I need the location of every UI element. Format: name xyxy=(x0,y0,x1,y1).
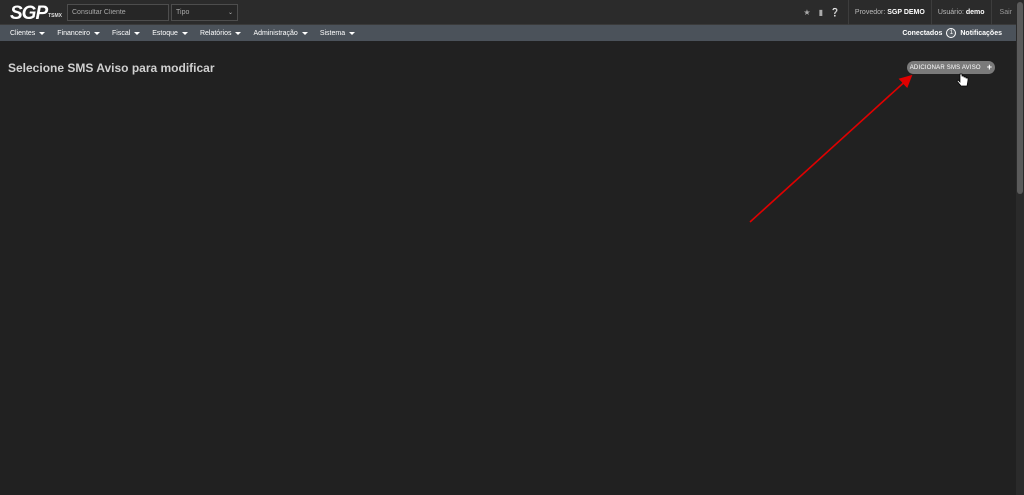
menu-label: Fiscal xyxy=(111,29,131,37)
menu-administracao[interactable]: Administração xyxy=(253,29,308,37)
notifications-link[interactable]: Notificações xyxy=(960,30,1002,37)
user-value: demo xyxy=(965,9,985,16)
divider xyxy=(990,0,992,25)
connected-count-badge: 1 xyxy=(946,28,957,38)
provider-label: Provedor: xyxy=(854,9,886,16)
chevron-down-icon: ⌄ xyxy=(227,10,233,16)
top-bar: SGP TSMX Tipo ⌄ ★ ▮ ❔ Provedor: SGP DEMO… xyxy=(0,0,1024,25)
arrow-line xyxy=(749,74,913,223)
main-menu-bar: Clientes Financeiro Fiscal Estoque Relat… xyxy=(0,25,1024,41)
logo-subtext: TSMX xyxy=(48,13,63,19)
menu-fiscal[interactable]: Fiscal xyxy=(111,29,141,37)
sgp-logo[interactable]: SGP TSMX xyxy=(10,2,62,23)
search-client-input[interactable] xyxy=(67,4,169,21)
caret-down-icon xyxy=(181,31,188,35)
help-icon[interactable]: ❔ xyxy=(828,8,842,17)
divider xyxy=(847,0,849,25)
top-right-area: ★ ▮ ❔ Provedor: SGP DEMO Usuário: demo S… xyxy=(800,0,1024,25)
menu-label: Financeiro xyxy=(57,29,90,37)
scrollbar-thumb[interactable] xyxy=(1017,2,1023,194)
menu-sistema[interactable]: Sistema xyxy=(319,29,356,37)
menu-label: Estoque xyxy=(152,29,178,37)
user-label: Usuário: xyxy=(937,9,964,16)
add-button-label: ADICIONAR SMS AVISO xyxy=(909,64,981,71)
divider xyxy=(930,0,932,25)
page-title: Selecione SMS Aviso para modificar xyxy=(8,61,215,75)
connected-label[interactable]: Conectados xyxy=(902,30,942,37)
caret-down-icon xyxy=(39,31,46,35)
page-scrollbar[interactable] xyxy=(1016,0,1024,495)
type-select-value: Tipo xyxy=(176,9,190,16)
menu-relatorios[interactable]: Relatórios xyxy=(200,30,242,37)
document-icon[interactable]: ▮ xyxy=(814,8,828,17)
caret-down-icon xyxy=(235,31,242,35)
menu-label: Clientes xyxy=(10,29,36,37)
caret-down-icon xyxy=(301,31,308,35)
nav-right-area: Conectados 1 Notificações xyxy=(902,25,1002,41)
type-select[interactable]: Tipo ⌄ xyxy=(171,4,238,21)
add-sms-aviso-button[interactable]: ADICIONAR SMS AVISO + xyxy=(907,61,995,74)
hand-cursor-icon xyxy=(956,73,969,87)
menu-clientes[interactable]: Clientes xyxy=(10,29,46,37)
menu-label: Sistema xyxy=(319,29,346,37)
star-icon[interactable]: ★ xyxy=(800,8,814,17)
caret-down-icon xyxy=(349,31,356,35)
menu-financeiro[interactable]: Financeiro xyxy=(57,30,100,37)
menu-estoque[interactable]: Estoque xyxy=(152,30,188,37)
plus-icon: + xyxy=(986,62,993,72)
caret-down-icon xyxy=(93,31,100,35)
menu-label: Administração xyxy=(253,29,298,37)
menu-label: Relatórios xyxy=(199,29,232,37)
provider-value: SGP DEMO xyxy=(887,9,925,16)
logo-text: SGP xyxy=(10,3,48,24)
caret-down-icon xyxy=(134,31,141,35)
